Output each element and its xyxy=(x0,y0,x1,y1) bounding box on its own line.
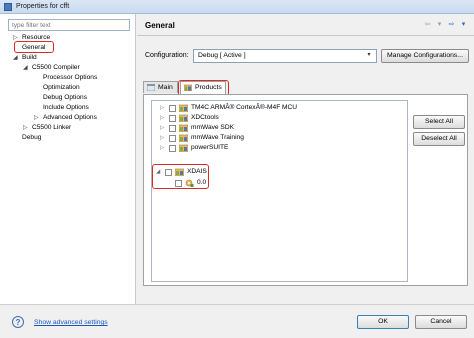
manage-configurations-button[interactable]: Manage Configurations... xyxy=(381,49,469,63)
general-highlight-annotation xyxy=(14,41,54,53)
products-list: ▷ TM4C ARMÂ® CortexÂ®-M4F MCU ▷ XDCtools… xyxy=(151,100,408,282)
page-title: General xyxy=(145,21,175,30)
nav-item-optimization[interactable]: Optimization xyxy=(43,83,80,93)
product-checkbox[interactable] xyxy=(169,135,176,142)
nav-item-label: Include Options xyxy=(43,104,89,111)
expand-icon[interactable]: ▷ xyxy=(160,133,168,143)
button-bar: ? Show advanced settings OK Cancel xyxy=(0,304,474,338)
product-checkbox[interactable] xyxy=(169,125,176,132)
product-label: mmWave SDK xyxy=(191,124,234,131)
help-icon[interactable]: ? xyxy=(12,316,24,328)
product-label: powerSUITE xyxy=(191,144,229,151)
nav-item-label: Advanced Options xyxy=(43,114,97,121)
history-nav: ⇦ ▾ ⇨ ▾ xyxy=(423,20,468,28)
nav-item-debug-options[interactable]: Debug Options xyxy=(43,93,87,103)
configuration-select[interactable]: Debug [ Active ] ▾ xyxy=(193,49,377,63)
xdais-highlight-annotation xyxy=(152,164,209,189)
main-tab-icon xyxy=(147,84,155,91)
show-advanced-settings-link[interactable]: Show advanced settings xyxy=(34,319,108,326)
forward-menu-icon[interactable]: ▾ xyxy=(459,20,468,28)
select-all-button[interactable]: Select All xyxy=(413,115,465,129)
nav-item-include-options[interactable]: Include Options xyxy=(43,103,89,113)
product-package-icon xyxy=(179,104,188,112)
product-package-icon xyxy=(179,134,188,142)
nav-item-label: C5500 Linker xyxy=(32,124,72,131)
nav-item-label: Debug xyxy=(22,134,42,141)
expand-icon[interactable]: ▷ xyxy=(23,123,28,133)
nav-item-label: Optimization xyxy=(43,84,80,91)
page-header: General ⇦ ▾ ⇨ ▾ xyxy=(137,14,474,36)
nav-item-label: Debug Options xyxy=(43,94,87,101)
expand-icon[interactable]: ▷ xyxy=(160,143,168,153)
configuration-label: Configuration: xyxy=(145,52,189,59)
nav-item-debug[interactable]: Debug xyxy=(22,133,41,143)
left-pane: ▷ Resource General ◢ Build ◢ C5500 Compi… xyxy=(0,14,136,304)
window-title: Properties for cfft xyxy=(16,3,70,10)
product-label: XDCtools xyxy=(191,114,219,121)
nav-item-label: Build xyxy=(22,54,37,61)
chevron-down-icon[interactable]: ▾ xyxy=(364,51,374,61)
tab-main[interactable]: Main xyxy=(143,81,178,93)
filter-input[interactable] xyxy=(8,19,130,31)
properties-icon xyxy=(4,3,12,11)
expand-icon[interactable]: ▷ xyxy=(160,123,168,133)
product-checkbox[interactable] xyxy=(169,145,176,152)
nav-item-advanced-options[interactable]: ▷ Advanced Options xyxy=(34,113,97,123)
tab-label: Main xyxy=(158,84,173,91)
back-icon[interactable]: ⇦ xyxy=(423,20,432,28)
configuration-value: Debug [ Active ] xyxy=(198,52,246,59)
products-panel: ▷ TM4C ARMÂ® CortexÂ®-M4F MCU ▷ XDCtools… xyxy=(143,94,468,286)
product-package-icon xyxy=(179,124,188,132)
cancel-button[interactable]: Cancel xyxy=(415,315,467,329)
forward-icon[interactable]: ⇨ xyxy=(447,20,456,28)
nav-item-label: Processor Options xyxy=(43,74,98,81)
nav-item-c5500-compiler[interactable]: ◢ C5500 Compiler xyxy=(23,63,80,73)
expand-icon[interactable]: ▷ xyxy=(160,113,168,123)
nav-item-processor-options[interactable]: Processor Options xyxy=(43,73,97,83)
nav-item-label: C5500 Compiler xyxy=(32,64,80,71)
ok-button[interactable]: OK xyxy=(357,315,409,329)
product-checkbox[interactable] xyxy=(169,105,176,112)
product-checkbox[interactable] xyxy=(169,115,176,122)
collapse-icon[interactable]: ◢ xyxy=(13,53,18,63)
expand-icon[interactable]: ▷ xyxy=(160,103,168,113)
product-label: mmWave Training xyxy=(191,134,244,141)
nav-item-build[interactable]: ◢ Build xyxy=(13,53,37,63)
title-bar: Properties for cfft xyxy=(0,0,474,14)
product-package-icon xyxy=(179,144,188,152)
deselect-all-button[interactable]: Deselect All xyxy=(413,132,465,146)
back-menu-icon[interactable]: ▾ xyxy=(435,20,444,28)
right-pane: General ⇦ ▾ ⇨ ▾ Configuration: Debug [ A… xyxy=(137,14,474,304)
product-package-icon xyxy=(179,114,188,122)
product-label: TM4C ARMÂ® CortexÂ®-M4F MCU xyxy=(191,104,298,111)
nav-item-c5500-linker[interactable]: ▷ C5500 Linker xyxy=(23,123,72,133)
collapse-icon[interactable]: ◢ xyxy=(23,63,28,73)
expand-icon[interactable]: ▷ xyxy=(34,113,39,123)
nav-item-label: Resource xyxy=(22,34,51,41)
